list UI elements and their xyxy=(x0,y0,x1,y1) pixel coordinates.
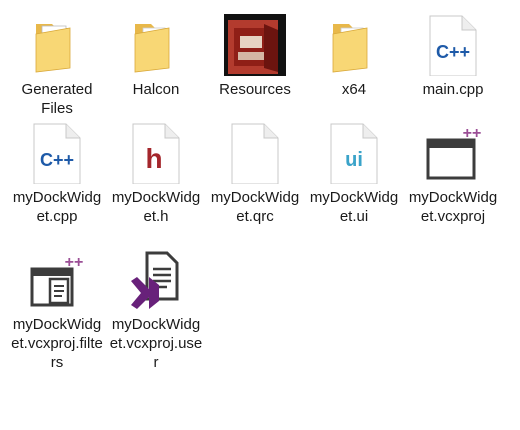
file-item[interactable]: C++ myDockWidget.cpp xyxy=(9,118,105,230)
file-explorer-view: { "files": [ { "label": "Generated\nFile… xyxy=(0,0,520,430)
svg-text:ui: ui xyxy=(345,149,363,171)
file-label: myDockWidget.vcxproj.user xyxy=(109,316,203,371)
file-label: myDockWidget.ui xyxy=(309,189,399,225)
vcxproj-filters-file-icon: ++ xyxy=(26,249,88,311)
file-label: myDockWidget.cpp xyxy=(12,189,102,225)
file-label: Generated Files xyxy=(21,81,93,117)
file-label: myDockWidget.h xyxy=(111,189,201,225)
file-label: Resources xyxy=(219,81,291,98)
file-label: x64 xyxy=(341,81,367,98)
image-folder-icon xyxy=(224,14,286,76)
svg-text:C++: C++ xyxy=(40,150,74,170)
file-item[interactable]: Resources xyxy=(207,10,303,122)
svg-text:++: ++ xyxy=(463,125,482,142)
folder-icon xyxy=(125,14,187,76)
file-label: main.cpp xyxy=(422,81,484,98)
file-item[interactable]: myDockWidget.vcxproj.user xyxy=(108,245,204,371)
header-file-icon: h xyxy=(125,122,187,184)
vcxproj-file-icon: ++ xyxy=(422,122,484,184)
file-item[interactable]: myDockWidget.qrc xyxy=(207,118,303,230)
cpp-file-icon: C++ xyxy=(26,122,88,184)
file-label: Halcon xyxy=(132,81,180,98)
file-label: myDockWidget.vcxproj xyxy=(408,189,498,225)
file-item[interactable]: Halcon xyxy=(108,10,204,122)
file-item[interactable]: x64 xyxy=(306,10,402,122)
file-label: myDockWidget.vcxproj.filters xyxy=(11,316,103,371)
svg-text:C++: C++ xyxy=(436,42,470,62)
file-label: myDockWidget.qrc xyxy=(210,189,300,225)
blank-file-icon xyxy=(224,122,286,184)
file-item[interactable]: ui myDockWidget.ui xyxy=(306,118,402,230)
file-item[interactable]: Generated Files xyxy=(9,10,105,122)
file-item[interactable]: ++ myDockWidget.vcxproj xyxy=(405,118,501,230)
file-item[interactable]: C++ main.cpp xyxy=(405,10,501,122)
folder-icon xyxy=(323,14,385,76)
file-item[interactable]: ++ myDockWidget.vcxproj.filters xyxy=(9,245,105,371)
file-item[interactable]: h myDockWidget.h xyxy=(108,118,204,230)
vcxproj-user-file-icon xyxy=(125,249,187,311)
ui-file-icon: ui xyxy=(323,122,385,184)
svg-text:h: h xyxy=(145,143,162,174)
cpp-file-icon: C++ xyxy=(422,14,484,76)
svg-text:++: ++ xyxy=(65,254,84,271)
folder-with-document-icon xyxy=(26,14,88,76)
